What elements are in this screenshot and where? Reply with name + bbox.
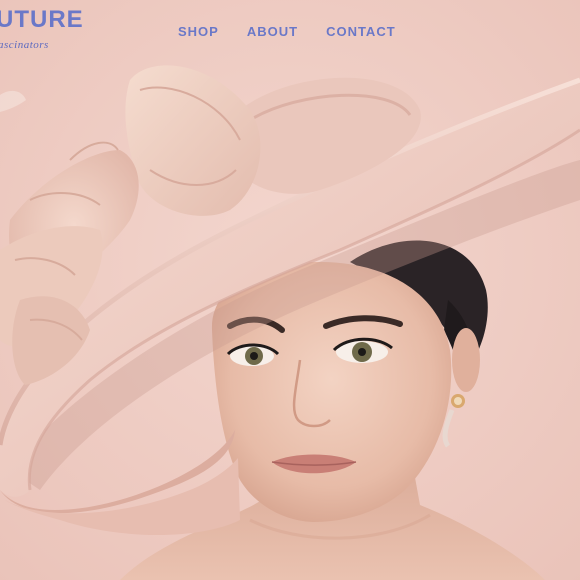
nav-link-contact[interactable]: CONTACT <box>326 24 396 39</box>
hero-image <box>0 0 580 580</box>
brand-tagline: ascinators <box>0 39 49 51</box>
site-header: UTURE ascinators SHOP ABOUT CONTACT <box>0 0 580 60</box>
brand-logo[interactable]: UTURE ascinators <box>0 6 92 54</box>
brand-title: UTURE <box>0 6 84 33</box>
nav-link-about[interactable]: ABOUT <box>247 24 298 39</box>
main-nav: SHOP ABOUT CONTACT <box>178 24 396 39</box>
page: UTURE ascinators SHOP ABOUT CONTACT <box>0 0 580 580</box>
nav-link-shop[interactable]: SHOP <box>178 24 219 39</box>
